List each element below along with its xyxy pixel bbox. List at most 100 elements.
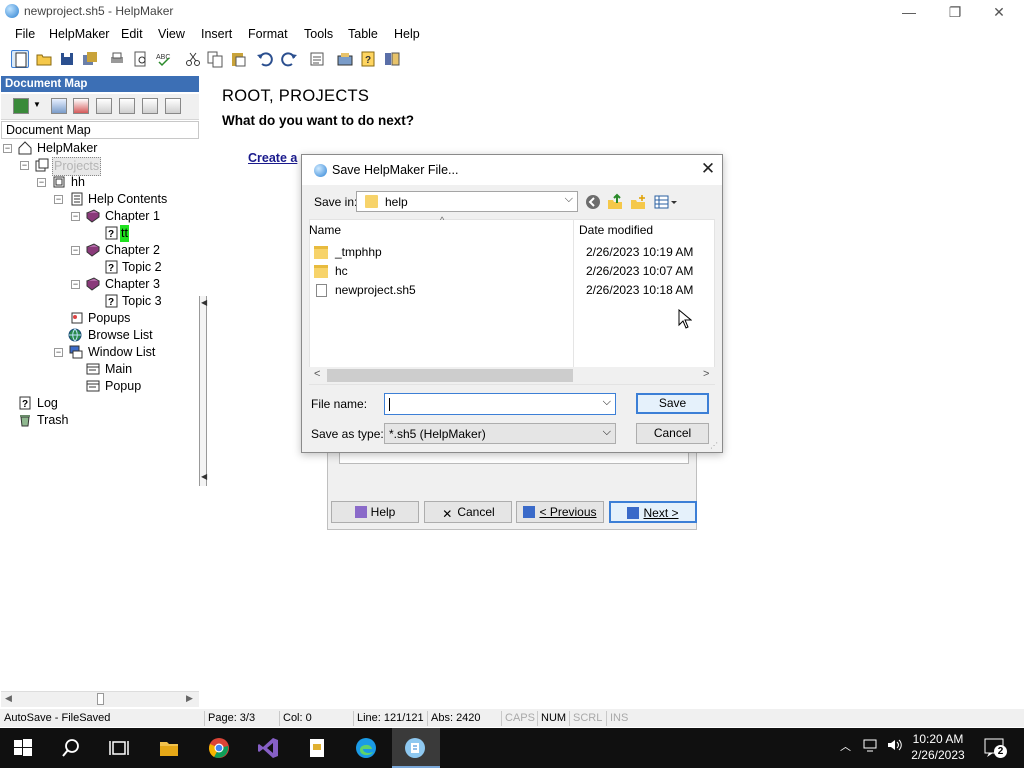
book-icon[interactable]: [383, 50, 401, 68]
print-preview-icon[interactable]: [132, 50, 150, 68]
dialog-close-icon[interactable]: ✕: [698, 159, 718, 179]
tree-node-projects[interactable]: − Projects: [0, 157, 200, 176]
scroll-right-icon[interactable]: >: [703, 368, 709, 380]
properties-icon[interactable]: [308, 50, 326, 68]
collapse-icon[interactable]: −: [20, 161, 29, 170]
menu-tools[interactable]: Tools: [304, 27, 333, 41]
undo-icon[interactable]: [256, 50, 274, 68]
back-icon[interactable]: [584, 193, 602, 211]
paste-icon[interactable]: [229, 50, 247, 68]
collapse-left-icon[interactable]: ◀: [201, 472, 207, 481]
chevron-down-icon[interactable]: ▼: [33, 100, 41, 109]
chevron-down-icon[interactable]: ⌵: [603, 426, 611, 439]
collapse-icon[interactable]: −: [71, 280, 80, 289]
open-folder-icon[interactable]: [35, 50, 53, 68]
new-document-icon[interactable]: [11, 50, 29, 68]
column-header-date[interactable]: Date modified: [579, 223, 653, 237]
scroll-thumb[interactable]: [327, 369, 573, 382]
file-name-input[interactable]: ⌵: [384, 393, 616, 415]
print-icon[interactable]: [108, 50, 126, 68]
panel-splitter[interactable]: ◀ ◀: [199, 296, 207, 486]
cut-icon[interactable]: [184, 50, 202, 68]
collapse-icon[interactable]: −: [3, 144, 12, 153]
create-link[interactable]: Create a: [248, 151, 297, 165]
wizard-text-field[interactable]: [339, 452, 689, 464]
tree-node-hh[interactable]: − hh: [0, 174, 200, 191]
move-down-icon[interactable]: [119, 98, 135, 114]
chevron-down-icon[interactable]: ⌵: [603, 396, 611, 409]
visual-studio-icon[interactable]: [245, 728, 291, 768]
scroll-thumb[interactable]: [97, 693, 104, 705]
network-icon[interactable]: [863, 738, 879, 755]
tree-node-log[interactable]: ? Log: [0, 395, 200, 412]
tree-node-main[interactable]: Main: [0, 361, 200, 378]
tree-node-topic-2[interactable]: ? Topic 2: [0, 259, 200, 276]
tree-node-popups[interactable]: Popups: [0, 310, 200, 327]
redo-icon[interactable]: [280, 50, 298, 68]
help-topic-icon[interactable]: ?: [359, 50, 377, 68]
close-window-button[interactable]: ✕: [976, 0, 1022, 24]
menu-edit[interactable]: Edit: [121, 27, 143, 41]
save-in-combo[interactable]: help ⌵: [356, 191, 578, 212]
cancel-button[interactable]: Cancel: [636, 423, 709, 444]
tree-node-chapter-3[interactable]: − Chapter 3: [0, 276, 200, 293]
file-row[interactable]: _tmphhp 2/26/2023 10:19 AM: [314, 243, 704, 262]
menu-format[interactable]: Format: [248, 27, 288, 41]
tree-node-tt[interactable]: ? tt: [0, 225, 200, 242]
notepad-icon[interactable]: [294, 728, 340, 768]
tree-node-chapter-2[interactable]: − Chapter 2: [0, 242, 200, 259]
save-all-icon[interactable]: [81, 50, 99, 68]
wizard-help-button[interactable]: Help: [331, 501, 419, 523]
column-header-name[interactable]: Name: [309, 223, 341, 237]
tree-node-window-list[interactable]: − Window List: [0, 344, 200, 361]
outdent-icon[interactable]: [165, 98, 181, 114]
wizard-next-button[interactable]: Next >: [609, 501, 697, 523]
start-button[interactable]: [0, 728, 46, 768]
edge-icon[interactable]: [343, 728, 389, 768]
chevron-down-icon[interactable]: ⌵: [565, 193, 573, 206]
menu-file[interactable]: File: [15, 27, 35, 41]
new-folder-icon[interactable]: [629, 193, 647, 211]
spellcheck-icon[interactable]: ABC: [155, 50, 173, 68]
file-explorer-icon[interactable]: [146, 728, 192, 768]
tree-node-browse-list[interactable]: Browse List: [0, 327, 200, 344]
collapse-icon[interactable]: −: [71, 212, 80, 221]
indent-icon[interactable]: [142, 98, 158, 114]
docmap-horizontal-scrollbar[interactable]: ◀ ▶: [1, 691, 199, 707]
menu-helpmaker[interactable]: HelpMaker: [49, 27, 109, 41]
move-up-icon[interactable]: [96, 98, 112, 114]
minimize-button[interactable]: —: [886, 0, 932, 24]
chevron-up-icon[interactable]: ︿: [840, 738, 851, 754]
tree-node-trash[interactable]: Trash: [0, 412, 200, 429]
tree-node-topic-3[interactable]: ? Topic 3: [0, 293, 200, 310]
system-clock[interactable]: 10:20 AM 2/26/2023: [903, 731, 973, 763]
volume-icon[interactable]: [886, 738, 902, 755]
notifications-icon[interactable]: 2: [983, 736, 1007, 760]
up-folder-icon[interactable]: [606, 193, 624, 211]
file-row[interactable]: newproject.sh5 2/26/2023 10:18 AM: [314, 281, 704, 300]
task-view-icon[interactable]: [96, 728, 142, 768]
build-project-icon[interactable]: [336, 50, 354, 68]
wizard-previous-button[interactable]: < Previous: [516, 501, 604, 523]
file-list-horizontal-scrollbar[interactable]: < >: [309, 367, 715, 384]
menu-view[interactable]: View: [158, 27, 185, 41]
tree-node-popup[interactable]: Popup: [0, 378, 200, 395]
resize-grip-icon[interactable]: ⋰: [710, 441, 718, 450]
copy-icon[interactable]: [206, 50, 224, 68]
save-button[interactable]: Save: [636, 393, 709, 414]
delete-topic-icon[interactable]: [73, 98, 89, 114]
wizard-cancel-button[interactable]: ✕ Cancel: [424, 501, 512, 523]
helpmaker-taskbar-icon[interactable]: [392, 728, 440, 768]
menu-table[interactable]: Table: [348, 27, 378, 41]
save-as-type-select[interactable]: *.sh5 (HelpMaker) ⌵: [384, 423, 616, 444]
menu-help[interactable]: Help: [394, 27, 420, 41]
restore-button[interactable]: ❐: [932, 0, 978, 24]
chrome-icon[interactable]: [196, 728, 242, 768]
collapse-icon[interactable]: −: [71, 246, 80, 255]
view-menu-icon[interactable]: [653, 193, 679, 211]
file-row[interactable]: hc 2/26/2023 10:07 AM: [314, 262, 704, 281]
scroll-left-icon[interactable]: ◀: [5, 693, 12, 704]
search-icon[interactable]: [48, 728, 94, 768]
menu-insert[interactable]: Insert: [201, 27, 232, 41]
edit-topic-icon[interactable]: [51, 98, 67, 114]
